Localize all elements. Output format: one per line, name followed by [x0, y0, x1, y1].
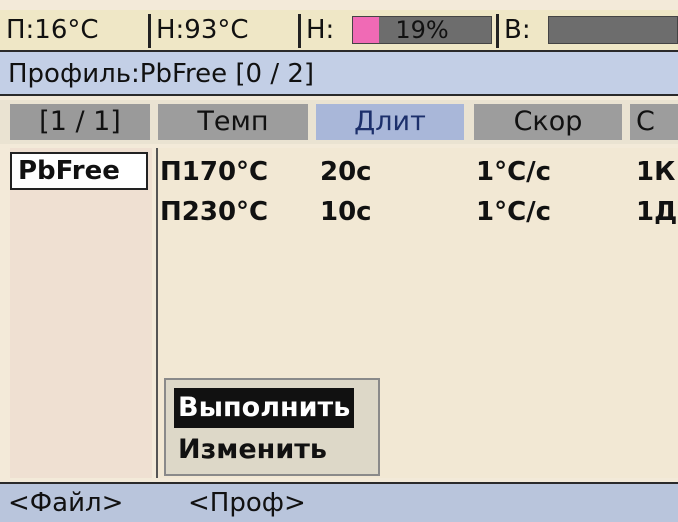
column-header-row: [1 / 1] Темп Длит Скор С	[0, 100, 678, 144]
reflow-controller-screen: П:16°C Н:93°C Н: 19% В: Профиль:PbFree […	[0, 0, 678, 522]
top-temperature: П:16°C	[6, 15, 99, 45]
column-duration[interactable]: Длит	[316, 104, 464, 140]
profile-list-panel	[10, 148, 152, 478]
heater-label: Н:	[306, 15, 335, 45]
status-divider	[298, 14, 301, 48]
heater-power-bar: 19%	[352, 16, 492, 44]
bottom-temperature: Н:93°C	[156, 15, 249, 45]
page-indicator[interactable]: [1 / 1]	[10, 104, 150, 140]
status-divider	[148, 14, 151, 48]
status-bar: П:16°C Н:93°C Н: 19% В:	[0, 10, 678, 52]
step-temp[interactable]: П230°C	[160, 194, 268, 230]
upper-heater-label: В:	[504, 15, 531, 45]
menu-item-run[interactable]: Выполнить	[174, 388, 355, 428]
step-rate[interactable]: 1°C/c	[476, 154, 551, 190]
column-c[interactable]: С	[630, 104, 678, 140]
context-menu: Выполнить Изменить	[164, 378, 380, 476]
menu-item-edit[interactable]: Изменить	[174, 430, 331, 470]
step-rate[interactable]: 1°C/c	[476, 194, 551, 230]
step-duration[interactable]: 20c	[320, 154, 372, 190]
status-divider	[496, 14, 499, 48]
step-duration[interactable]: 10c	[320, 194, 372, 230]
heater-power-percent: 19%	[395, 16, 449, 44]
step-action[interactable]: 1К	[636, 154, 675, 190]
column-temp[interactable]: Темп	[158, 104, 308, 140]
upper-heater-power-bar	[548, 16, 678, 44]
profile-header: Профиль:PbFree [0 / 2]	[0, 52, 678, 96]
step-temp[interactable]: П170°C	[160, 154, 268, 190]
column-rate[interactable]: Скор	[474, 104, 622, 140]
softkey-bar: <Файл> <Проф>	[0, 482, 678, 522]
profile-list-item[interactable]: PbFree	[10, 152, 148, 190]
step-action[interactable]: 1Д	[636, 194, 677, 230]
softkey-profile[interactable]: <Проф>	[188, 484, 306, 522]
softkey-file[interactable]: <Файл>	[8, 484, 123, 522]
